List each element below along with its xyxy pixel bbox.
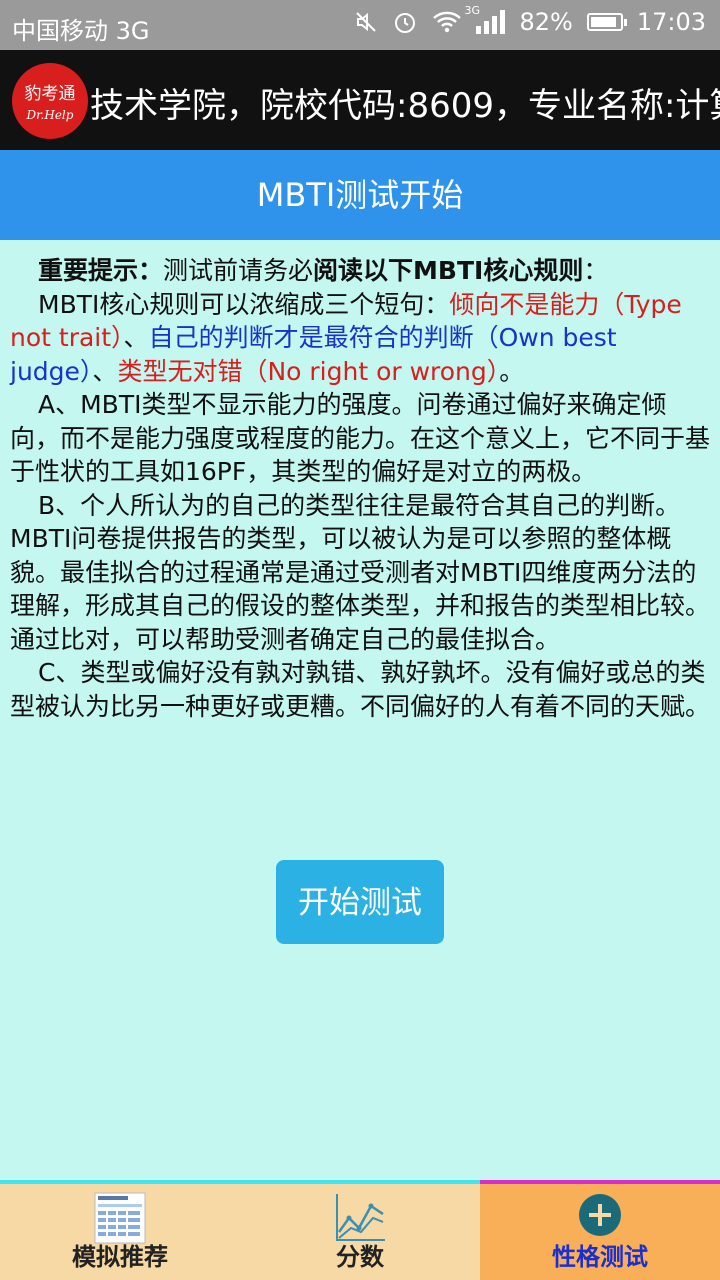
rule-no-right-or-wrong: 类型无对错（No right or wrong）: [117, 356, 500, 386]
battery-icon: [586, 13, 627, 31]
separator: 、: [92, 356, 118, 386]
logo-subtext: Dr.Help: [26, 108, 74, 122]
paragraph-b: B、个人所认为的自己的类型往往是最符合其自己的判断。MBTI问卷提供报告的类型，…: [10, 490, 711, 654]
tip-text: 测试前请务必: [163, 256, 314, 285]
rules-intro: MBTI核心规则可以浓缩成三个短句：: [38, 289, 450, 319]
tip-bold: 阅读以下MBTI核心规则: [313, 256, 584, 285]
wifi-icon: [433, 11, 462, 33]
app-logo: 豹考通 Dr.Help: [12, 63, 88, 139]
tab-label: 模拟推荐: [72, 1243, 168, 1271]
tab-personality-test[interactable]: 性格测试: [480, 1180, 720, 1280]
bottom-tab-bar: 模拟推荐 分数 性格测试: [0, 1180, 720, 1280]
battery-percent: 82%: [519, 8, 573, 36]
rules-end: 。: [499, 356, 525, 386]
rules-summary: MBTI核心规则可以浓缩成三个短句：倾向不是能力（Type not trait）…: [10, 288, 710, 389]
tip-end: ：: [583, 256, 609, 285]
start-test-button[interactable]: 开始测试: [276, 860, 444, 944]
tab-label: 性格测试: [552, 1243, 648, 1271]
status-bar: 中国移动 3G 3G 82% 17:03: [0, 0, 720, 50]
marquee-banner: 豹考通 Dr.Help 技术学院，院校代码:8609，专业名称:计算: [0, 50, 720, 150]
logo-text: 豹考通: [24, 84, 76, 104]
tip-paragraph: 重要提示：测试前请务必阅读以下MBTI核心规则：: [10, 254, 710, 288]
alarm-icon: [395, 13, 416, 33]
tip-label: 重要提示：: [38, 256, 164, 285]
rules-content: 重要提示：测试前请务必阅读以下MBTI核心规则： MBTI核心规则可以浓缩成三个…: [10, 254, 710, 723]
network-badge: 3G: [464, 4, 481, 17]
signal-icon: 3G: [464, 4, 506, 34]
marquee-text: 技术学院，院校代码:8609，专业名称:计算: [90, 86, 720, 126]
paragraph-a: A、MBTI类型不显示能力的强度。问卷通过偏好来确定倾向，而不是能力强度或程度的…: [10, 390, 711, 486]
tab-label: 分数: [336, 1243, 384, 1271]
mute-icon: [356, 12, 377, 32]
separator: 、: [123, 323, 149, 352]
status-icons: 3G 82% 17:03: [354, 4, 706, 36]
page-title: MBTI测试开始: [0, 150, 720, 240]
paragraph-c: C、类型或偏好没有孰对孰错、孰好孰坏。没有偏好或总的类型被认为比另一种更好或更糟…: [10, 658, 711, 721]
tab-score[interactable]: 分数: [240, 1180, 480, 1280]
carrier-label: 中国移动 3G: [12, 17, 150, 45]
plus-circle-icon: [579, 1194, 621, 1236]
clock: 17:03: [636, 8, 706, 36]
tab-simulated-recommendation[interactable]: 模拟推荐: [0, 1180, 240, 1280]
